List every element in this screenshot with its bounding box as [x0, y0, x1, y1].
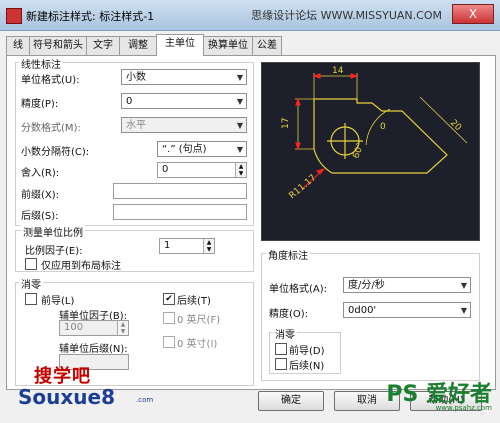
prefix-label: 前缀(X):	[21, 190, 60, 201]
inches-label: 0 英寸(I)	[177, 339, 218, 350]
trailing-zero-label: 后续(T)	[177, 296, 211, 307]
chevron-down-icon: ▼	[460, 306, 467, 315]
round-off-value: 0	[162, 164, 169, 175]
round-off-input[interactable]: 0 ▲ ▼	[157, 162, 247, 178]
spinner-arrows-icon[interactable]: ▲ ▼	[117, 321, 128, 335]
preview-arrowheads	[295, 73, 359, 190]
angular-trailing-label: 后续(N)	[289, 361, 325, 372]
feet-checkbox[interactable]	[163, 312, 175, 324]
preview-dim-arc: 0	[380, 122, 386, 132]
fraction-format-label: 分数格式(M):	[21, 123, 81, 134]
tab-text[interactable]: 文字	[86, 36, 120, 55]
window-title: 新建标注样式: 标注样式-1	[26, 10, 155, 23]
tab-tolerances[interactable]: 公差	[252, 36, 282, 55]
fraction-format-select[interactable]: 水平 ▼	[121, 117, 247, 133]
dialog-window: 新建标注样式: 标注样式-1 思缘设计论坛 WWW.MISSYUAN.COM X…	[0, 0, 500, 423]
prefix-input[interactable]	[113, 183, 247, 199]
scale-factor-input[interactable]: 1 ▲ ▼	[159, 238, 215, 254]
preview-dim-radius: R11.17	[288, 173, 319, 201]
angular-precision-select[interactable]: 0d00' ▼	[343, 302, 471, 318]
souxue-logo-domain: .com	[136, 396, 154, 404]
chevron-down-icon: ▼	[236, 145, 243, 154]
tab-primary-units[interactable]: 主单位	[156, 34, 204, 56]
tab-fit[interactable]: 调整	[119, 36, 157, 55]
preview-dim-right: 20	[448, 118, 463, 133]
unit-format-select[interactable]: 小数 ▼	[121, 69, 247, 85]
tab-alternate-units[interactable]: 换算单位	[203, 36, 253, 55]
souxue-logo-en-text: Souxue8	[18, 385, 116, 409]
scale-group-title: 测量单位比例	[21, 224, 85, 239]
tab-symbols-arrows[interactable]: 符号和箭头	[29, 36, 87, 55]
sub-unit-factor-input[interactable]: 100 ▲ ▼	[59, 320, 129, 336]
ps-logo-url: www.psahz.com	[435, 404, 492, 412]
fraction-format-value: 水平	[126, 120, 146, 131]
leading-zero-label: 前导(L)	[41, 296, 75, 307]
precision-label: 精度(P):	[21, 99, 59, 110]
preview-dim-angle: 60°	[351, 142, 366, 160]
decimal-separator-select[interactable]: “.” (句点) ▼	[157, 141, 247, 157]
preview-drawing: 14 17 20 60° R11.17 0	[281, 66, 468, 201]
zero-suppression-linear-title: 消零	[19, 276, 43, 291]
angular-group-title: 角度标注	[266, 247, 310, 262]
angular-precision-value: 0d00'	[348, 305, 377, 316]
feet-label: 0 英尺(F)	[177, 315, 221, 326]
chevron-down-icon: ▼	[236, 121, 243, 130]
round-off-label: 舍入(R):	[21, 168, 60, 179]
unit-format-label: 单位格式(U):	[21, 75, 80, 86]
angular-leading-checkbox[interactable]	[275, 343, 287, 355]
souxue-logo-en: Souxue8	[18, 385, 115, 409]
angular-unit-format-select[interactable]: 度/分/秒 ▼	[343, 277, 471, 293]
angular-leading-label: 前导(D)	[289, 346, 325, 357]
watermark-top: 思缘设计论坛 WWW.MISSYUAN.COM	[251, 9, 442, 22]
app-icon	[6, 8, 22, 24]
scale-factor-label: 比例因子(E):	[25, 246, 83, 257]
precision-select[interactable]: 0 ▼	[121, 93, 247, 109]
linear-group-title: 线性标注	[19, 56, 63, 71]
close-button[interactable]: X	[452, 4, 494, 24]
angular-precision-label: 精度(O):	[269, 309, 309, 320]
spinner-arrows-icon[interactable]: ▲ ▼	[203, 239, 214, 253]
angular-unit-format-label: 单位格式(A):	[269, 284, 328, 295]
tab-lines[interactable]: 线	[6, 36, 30, 55]
preview-part-outline	[313, 98, 448, 174]
trailing-zero-checkbox[interactable]: ✔	[163, 293, 175, 305]
angular-unit-format-value: 度/分/秒	[348, 280, 385, 291]
tab-content-primary-units: 线性标注 单位格式(U): 小数 ▼ 精度(P): 0 ▼ 分数格式(M): 水平 ▼…	[6, 55, 496, 390]
preview-dim-left: 17	[281, 118, 291, 129]
ok-button[interactable]: 确定	[258, 391, 324, 411]
suffix-input[interactable]	[113, 204, 247, 220]
layout-only-checkbox[interactable]	[25, 258, 37, 270]
sub-unit-suffix-label: 辅单位后缀(N):	[59, 344, 128, 355]
chevron-down-icon: ▼	[236, 97, 243, 106]
dimension-preview: 14 17 20 60° R11.17 0	[261, 62, 480, 241]
chevron-down-icon: ▼	[460, 281, 467, 290]
decimal-separator-label: 小数分隔符(C):	[21, 147, 90, 158]
angular-trailing-checkbox[interactable]	[275, 358, 287, 370]
title-bar[interactable]: 新建标注样式: 标注样式-1 思缘设计论坛 WWW.MISSYUAN.COM X	[0, 0, 500, 31]
decimal-separator-value: “.” (句点)	[162, 144, 207, 155]
scale-factor-value: 1	[164, 240, 171, 251]
layout-only-label: 仅应用到布局标注	[41, 261, 121, 272]
spinner-arrows-icon[interactable]: ▲ ▼	[235, 163, 246, 177]
unit-format-value: 小数	[126, 72, 146, 83]
inches-checkbox[interactable]	[163, 336, 175, 348]
precision-value: 0	[126, 96, 133, 107]
preview-dim-top: 14	[332, 66, 344, 76]
preview-dimension-lines	[295, 73, 468, 150]
leading-zero-checkbox[interactable]	[25, 293, 37, 305]
suffix-label: 后缀(S):	[21, 211, 59, 222]
sub-unit-factor-value: 100	[64, 322, 84, 333]
chevron-down-icon: ▼	[236, 73, 243, 82]
angular-zero-title: 消零	[273, 326, 297, 341]
